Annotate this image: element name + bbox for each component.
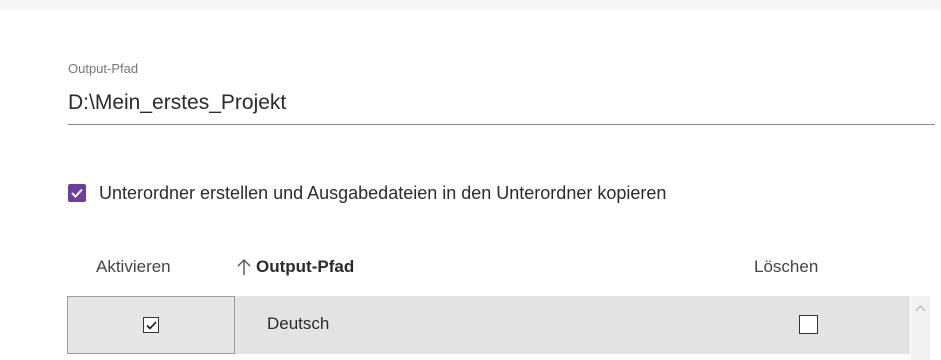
- arrow-up-icon: [237, 259, 251, 275]
- table-row[interactable]: Deutsch: [67, 296, 910, 354]
- output-path-field[interactable]: Output-Pfad D:\Mein_erstes_Projekt: [68, 58, 935, 126]
- subfolder-label: Unterordner erstellen und Ausgabedateien…: [99, 182, 667, 203]
- checkmark-icon: [71, 188, 83, 198]
- column-header-output-path[interactable]: Output-Pfad: [236, 257, 354, 277]
- output-settings-panel: Output-Pfad D:\Mein_erstes_Projekt Unter…: [0, 0, 941, 360]
- vertical-scrollbar[interactable]: [911, 296, 930, 360]
- output-path-underline: [68, 124, 935, 125]
- subfolder-option[interactable]: Unterordner erstellen und Ausgabedateien…: [68, 181, 666, 205]
- row-path-text: Deutsch: [267, 314, 330, 333]
- column-header-output-path-label: Output-Pfad: [256, 257, 355, 276]
- scroll-up-icon[interactable]: [915, 304, 926, 312]
- activate-cell[interactable]: [67, 296, 235, 354]
- top-band: [0, 0, 941, 10]
- column-header-delete[interactable]: Löschen: [754, 257, 818, 277]
- checkmark-icon: [145, 320, 157, 330]
- activate-checkbox[interactable]: [143, 317, 159, 333]
- output-path-input[interactable]: D:\Mein_erstes_Projekt: [68, 91, 286, 115]
- delete-checkbox[interactable]: [799, 315, 818, 334]
- column-header-activate[interactable]: Aktivieren: [96, 257, 171, 277]
- subfolder-checkbox[interactable]: [68, 184, 86, 202]
- output-path-label: Output-Pfad: [68, 61, 139, 76]
- table-header: Aktivieren Output-Pfad Löschen: [68, 255, 910, 283]
